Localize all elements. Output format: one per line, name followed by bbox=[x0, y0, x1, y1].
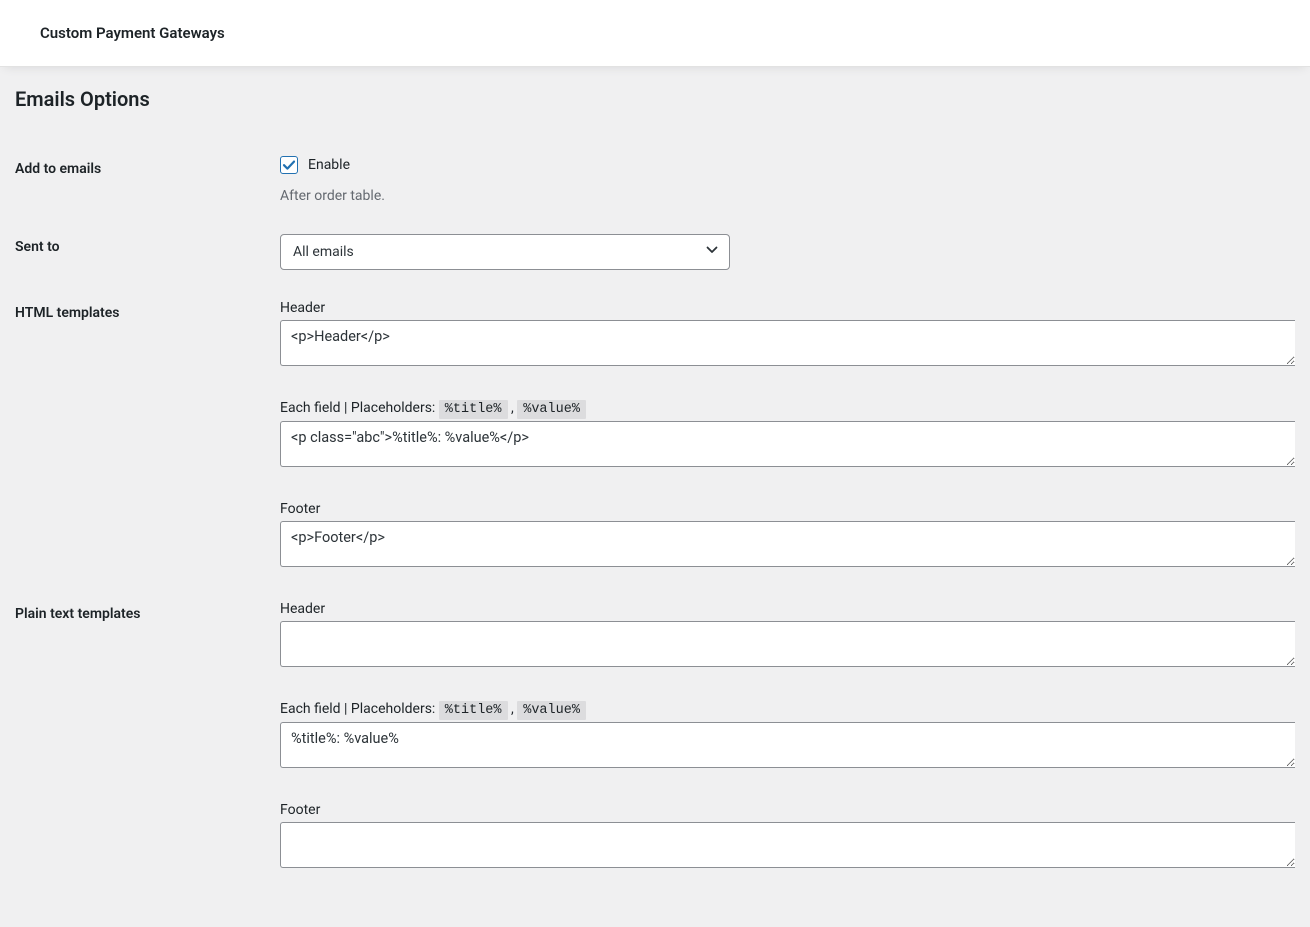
plain-each-field-prefix: Each field | Placeholders: bbox=[280, 701, 439, 717]
row-add-to-emails: Add to emails Enable After order table. bbox=[15, 141, 1295, 219]
check-icon bbox=[282, 158, 296, 172]
row-plain-templates: Plain text templates Header Each field |… bbox=[15, 586, 1295, 887]
html-footer-label: Footer bbox=[280, 501, 1295, 517]
label-sent-to: Sent to bbox=[15, 219, 280, 285]
html-each-field-textarea[interactable] bbox=[280, 421, 1295, 467]
html-each-field-prefix: Each field | Placeholders: bbox=[280, 400, 439, 416]
topbar-title: Custom Payment Gateways bbox=[40, 24, 225, 42]
plain-each-field-label: Each field | Placeholders: %title% , %va… bbox=[280, 701, 1295, 718]
placeholder-value-chip: %value% bbox=[517, 701, 586, 720]
placeholder-title-chip: %title% bbox=[439, 400, 508, 419]
html-footer-textarea[interactable] bbox=[280, 521, 1295, 567]
plain-header-label: Header bbox=[280, 601, 1295, 617]
plain-header-textarea[interactable] bbox=[280, 621, 1295, 667]
page-body: Emails Options Add to emails Enable Afte… bbox=[0, 87, 1310, 927]
sent-to-select-value: All emails bbox=[293, 244, 354, 260]
plain-each-field-textarea[interactable] bbox=[280, 722, 1295, 768]
plain-footer-label: Footer bbox=[280, 802, 1295, 818]
html-each-field-label: Each field | Placeholders: %title% , %va… bbox=[280, 400, 1295, 417]
placeholder-title-chip: %title% bbox=[439, 701, 508, 720]
section-title: Emails Options bbox=[15, 87, 1295, 111]
html-header-textarea[interactable] bbox=[280, 320, 1295, 366]
top-bar: Custom Payment Gateways bbox=[0, 0, 1310, 67]
placeholder-value-chip: %value% bbox=[517, 400, 586, 419]
enable-checkbox-label: Enable bbox=[308, 157, 350, 173]
row-sent-to: Sent to All emails bbox=[15, 219, 1295, 285]
html-header-label: Header bbox=[280, 300, 1295, 316]
label-html-templates: HTML templates bbox=[15, 285, 280, 586]
label-plain-templates: Plain text templates bbox=[15, 586, 280, 887]
plain-footer-textarea[interactable] bbox=[280, 822, 1295, 868]
form-table: Add to emails Enable After order table. bbox=[15, 141, 1295, 887]
row-html-templates: HTML templates Header Each field | Place… bbox=[15, 285, 1295, 586]
add-to-emails-description: After order table. bbox=[280, 188, 1295, 204]
enable-checkbox[interactable] bbox=[280, 156, 298, 174]
sent-to-select[interactable]: All emails bbox=[280, 234, 730, 270]
label-add-to-emails: Add to emails bbox=[15, 141, 280, 219]
